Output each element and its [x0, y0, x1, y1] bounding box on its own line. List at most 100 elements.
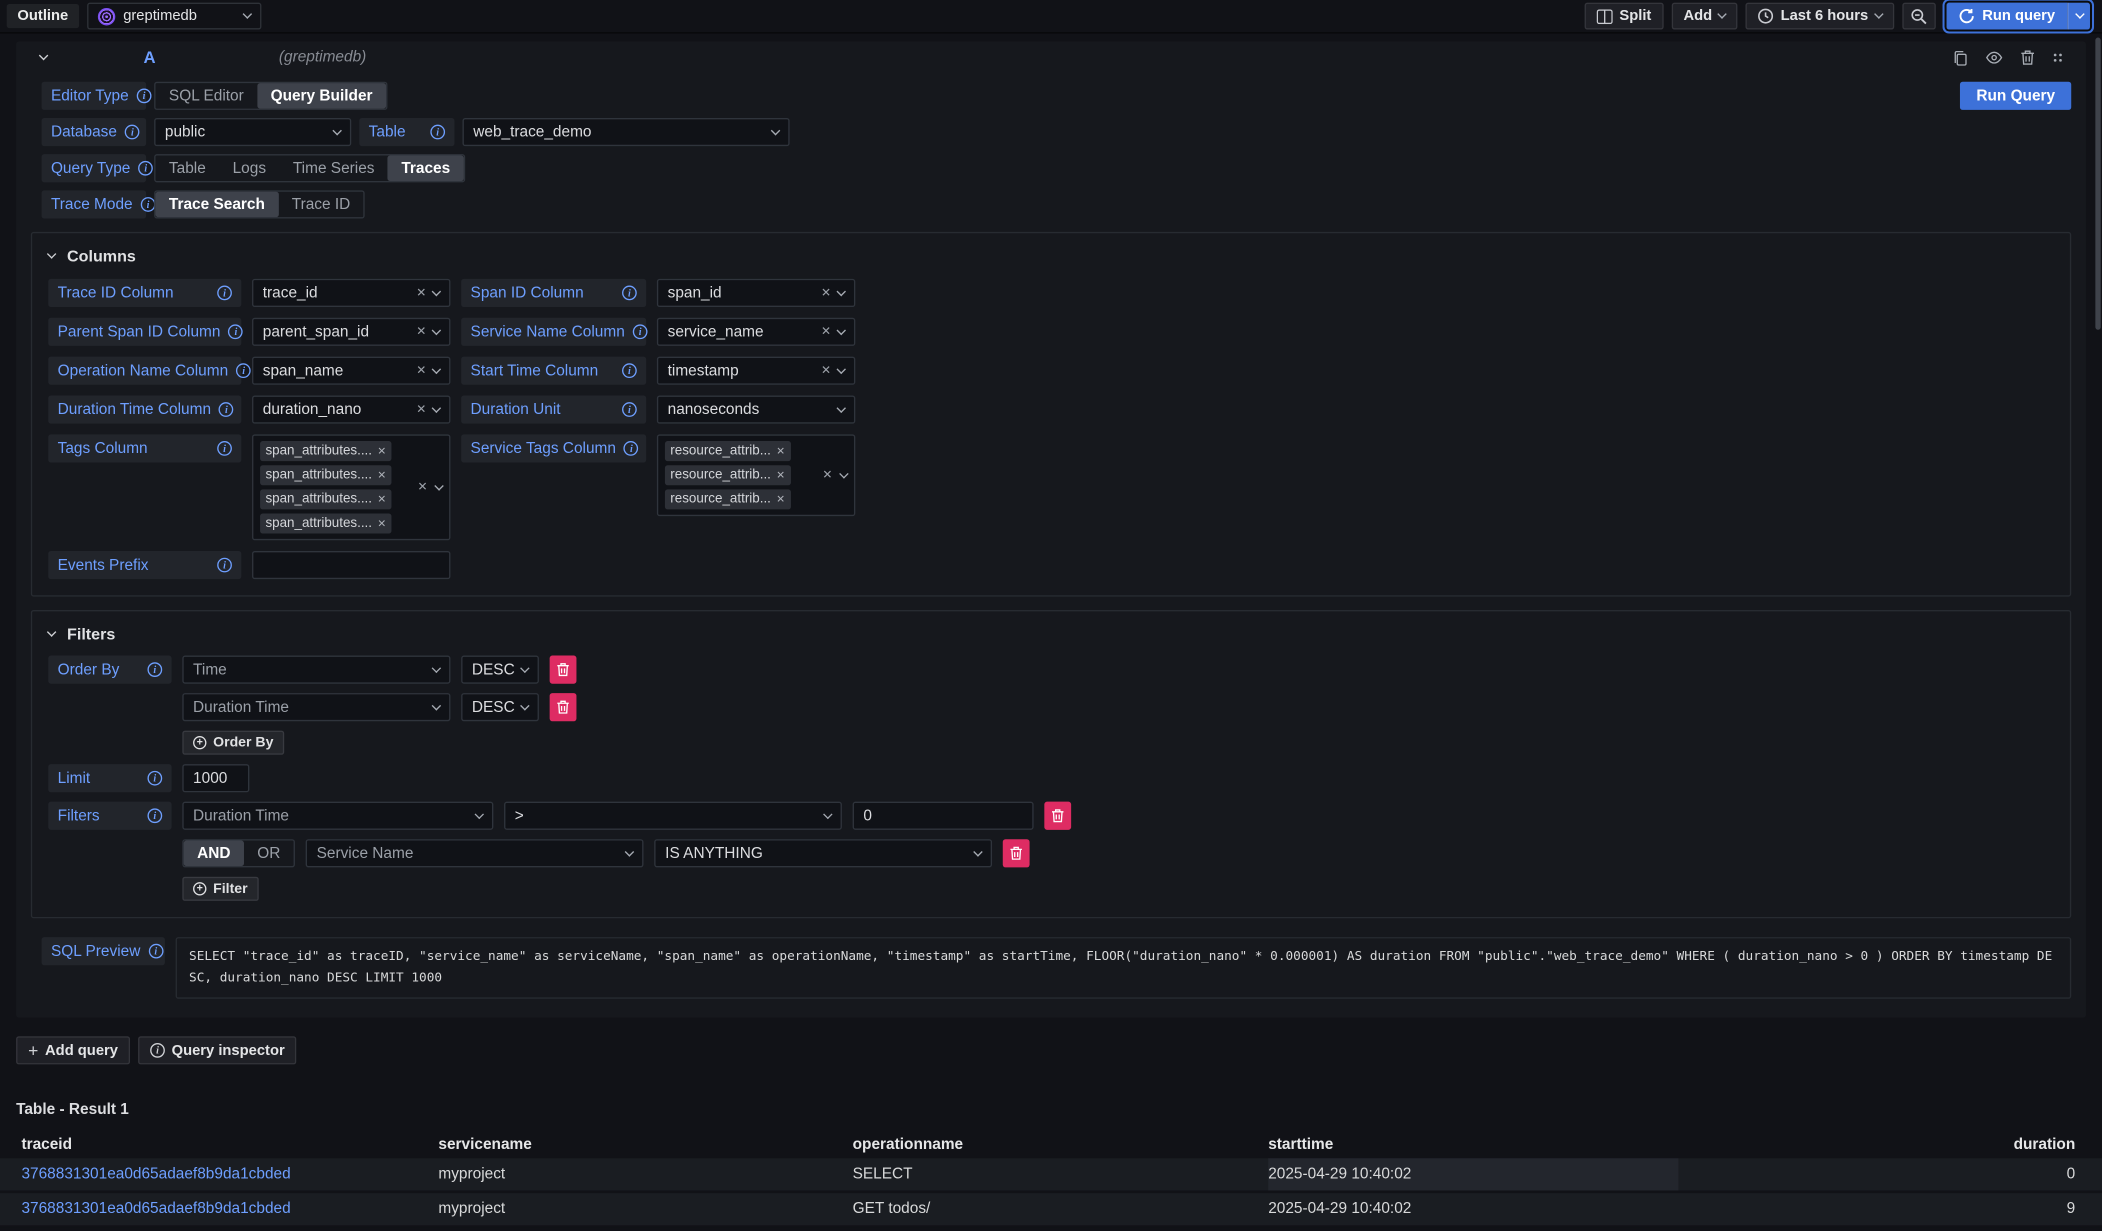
editor-type-sql-editor[interactable]: SQL Editor: [156, 83, 258, 108]
clear-icon[interactable]: ✕: [821, 326, 831, 338]
add-query-button[interactable]: + Add query: [16, 1037, 130, 1065]
info-icon[interactable]: i: [624, 441, 639, 456]
tag-chip[interactable]: span_attributes....✕: [260, 513, 392, 533]
info-icon[interactable]: i: [147, 808, 162, 823]
trace-id-link[interactable]: 3768831301ea0d65adaef8b9da1cbded: [21, 1167, 290, 1183]
close-icon[interactable]: ✕: [377, 445, 386, 457]
query-type-logs[interactable]: Logs: [219, 156, 279, 181]
service-tags-column-multiselect[interactable]: resource_attrib...✕ resource_attrib...✕ …: [657, 434, 855, 516]
collapse-chevron-icon[interactable]: [39, 51, 48, 60]
run-query-button-editor[interactable]: Run Query: [1960, 82, 2071, 110]
close-icon[interactable]: ✕: [377, 517, 386, 529]
trace-id-column-select[interactable]: trace_id ✕: [252, 279, 450, 307]
editor-type-query-builder[interactable]: Query Builder: [257, 83, 386, 108]
limit-input[interactable]: [182, 764, 249, 792]
column-header-duration[interactable]: duration: [1678, 1137, 2075, 1153]
filter-operator-select[interactable]: >: [504, 802, 842, 830]
info-icon[interactable]: i: [148, 944, 163, 959]
columns-section-header[interactable]: Columns: [48, 244, 2054, 268]
column-header-servicename[interactable]: servicename: [438, 1137, 852, 1153]
order-by-field-select[interactable]: Duration Time: [182, 693, 450, 721]
clear-icon[interactable]: ✕: [416, 404, 426, 416]
column-header-starttime[interactable]: starttime: [1268, 1137, 1678, 1153]
filter-field-select[interactable]: Duration Time: [182, 802, 493, 830]
column-header-operationname[interactable]: operationname: [853, 1137, 1269, 1153]
order-by-direction-select[interactable]: DESC: [461, 656, 539, 684]
operation-name-column-select[interactable]: span_name ✕: [252, 357, 450, 385]
tags-column-multiselect[interactable]: span_attributes....✕ span_attributes....…: [252, 434, 450, 540]
logic-and[interactable]: AND: [184, 841, 244, 866]
trace-id-link[interactable]: 3768831301ea0d65adaef8b9da1cbded: [21, 1202, 290, 1218]
time-range-button[interactable]: Last 6 hours: [1746, 3, 1894, 30]
tag-chip[interactable]: span_attributes....✕: [260, 465, 392, 485]
trace-mode-trace-id[interactable]: Trace ID: [278, 192, 363, 217]
info-icon[interactable]: i: [137, 88, 152, 103]
clear-icon[interactable]: ✕: [416, 287, 426, 299]
query-type-table[interactable]: Table: [156, 156, 220, 181]
add-button[interactable]: Add: [1671, 3, 1737, 30]
info-icon[interactable]: i: [229, 324, 244, 339]
outline-toggle[interactable]: Outline: [7, 4, 79, 28]
info-icon[interactable]: i: [138, 161, 153, 176]
clear-icon[interactable]: ✕: [821, 365, 831, 377]
delete-filter-button[interactable]: [1003, 839, 1030, 867]
service-tag-chip[interactable]: resource_attrib...✕: [665, 441, 791, 461]
info-icon[interactable]: i: [236, 363, 251, 378]
duplicate-query-icon[interactable]: [1952, 50, 1968, 66]
info-icon[interactable]: i: [217, 558, 232, 573]
add-filter-button[interactable]: + Filter: [182, 877, 258, 901]
info-icon[interactable]: i: [633, 324, 648, 339]
filter-value-input[interactable]: [853, 802, 1034, 830]
close-icon[interactable]: ✕: [776, 445, 785, 457]
clear-icon[interactable]: ✕: [821, 287, 831, 299]
info-icon[interactable]: i: [622, 363, 637, 378]
info-icon[interactable]: i: [219, 402, 234, 417]
close-icon[interactable]: ✕: [377, 469, 386, 481]
zoom-out-button[interactable]: [1902, 3, 1936, 30]
delete-order-by-button[interactable]: [550, 693, 577, 721]
close-icon[interactable]: ✕: [776, 493, 785, 505]
database-select[interactable]: public: [154, 118, 351, 146]
logic-or[interactable]: OR: [244, 841, 294, 866]
info-icon[interactable]: i: [430, 125, 445, 140]
delete-order-by-button[interactable]: [550, 656, 577, 684]
info-icon[interactable]: i: [125, 125, 140, 140]
filter-operator-select[interactable]: IS ANYTHING: [654, 839, 992, 867]
info-icon[interactable]: i: [147, 662, 162, 677]
close-icon[interactable]: ✕: [776, 469, 785, 481]
query-type-time-series[interactable]: Time Series: [279, 156, 387, 181]
hide-response-eye-icon[interactable]: [1985, 51, 2002, 64]
duration-unit-select[interactable]: nanoseconds: [657, 395, 855, 423]
info-icon[interactable]: i: [147, 771, 162, 786]
run-query-button-top[interactable]: Run query: [1946, 3, 2067, 30]
info-icon[interactable]: i: [622, 286, 637, 301]
filter-field-select[interactable]: Service Name: [306, 839, 644, 867]
parent-span-id-column-select[interactable]: parent_span_id ✕: [252, 318, 450, 346]
scrollbar-thumb[interactable]: [2095, 38, 2100, 330]
service-name-column-select[interactable]: service_name ✕: [657, 318, 855, 346]
close-icon[interactable]: ✕: [377, 493, 386, 505]
drag-handle-icon[interactable]: [2052, 52, 2063, 63]
start-time-column-select[interactable]: timestamp ✕: [657, 357, 855, 385]
info-icon[interactable]: i: [622, 402, 637, 417]
service-tag-chip[interactable]: resource_attrib...✕: [665, 489, 791, 509]
clear-icon[interactable]: ✕: [416, 326, 426, 338]
order-by-field-select[interactable]: Time: [182, 656, 450, 684]
datasource-picker[interactable]: greptimedb: [87, 3, 261, 30]
clear-icon[interactable]: ✕: [822, 469, 832, 481]
clear-icon[interactable]: ✕: [418, 481, 428, 493]
order-by-direction-select[interactable]: DESC: [461, 693, 539, 721]
column-header-traceid[interactable]: traceid: [21, 1137, 438, 1153]
span-id-column-select[interactable]: span_id ✕: [657, 279, 855, 307]
tag-chip[interactable]: span_attributes....✕: [260, 441, 392, 461]
trace-mode-trace-search[interactable]: Trace Search: [156, 192, 279, 217]
query-type-traces[interactable]: Traces: [388, 156, 464, 181]
service-tag-chip[interactable]: resource_attrib...✕: [665, 465, 791, 485]
split-button[interactable]: Split: [1585, 3, 1664, 30]
info-icon[interactable]: i: [217, 441, 232, 456]
tag-chip[interactable]: span_attributes....✕: [260, 489, 392, 509]
query-inspector-button[interactable]: i Query inspector: [138, 1037, 297, 1065]
table-select[interactable]: web_trace_demo: [463, 118, 790, 146]
remove-query-trash-icon[interactable]: [2020, 50, 2035, 66]
info-icon[interactable]: i: [217, 286, 232, 301]
